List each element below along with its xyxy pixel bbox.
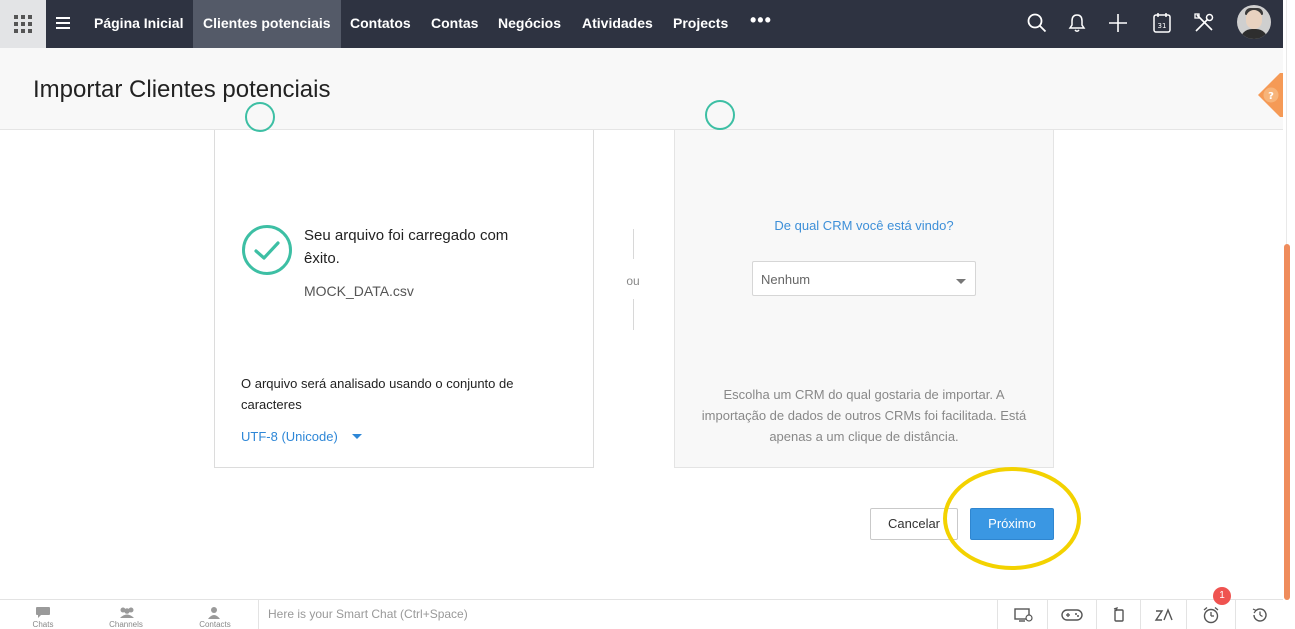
- apps-grid-button[interactable]: [0, 0, 46, 48]
- top-navigation-bar: Página Inicial Clientes potenciais Conta…: [0, 0, 1283, 48]
- calendar-icon[interactable]: 31: [1148, 9, 1176, 37]
- help-icon: ?: [1268, 91, 1274, 102]
- notification-badge: 1: [1213, 587, 1231, 605]
- contact-person-icon: [208, 607, 220, 619]
- channels-icon: [120, 607, 134, 618]
- crm-select-dropdown[interactable]: Nenhum: [752, 261, 976, 296]
- nav-tab-leads[interactable]: Clientes potenciais: [193, 0, 341, 48]
- crm-select-value: Nenhum: [761, 272, 811, 287]
- step-circle-icon: [705, 100, 735, 130]
- step-circle-icon: [245, 102, 275, 132]
- history-icon[interactable]: [1235, 600, 1283, 629]
- crm-import-card: De qual CRM você está vindo? Nenhum Esco…: [674, 100, 1054, 468]
- bottom-chats-button[interactable]: Chats: [0, 600, 86, 629]
- calendar-day-text: 31: [1158, 22, 1167, 30]
- plus-icon[interactable]: [1104, 9, 1132, 37]
- scrollbar-thumb[interactable]: [1284, 244, 1290, 600]
- apps-grid-icon: [14, 15, 32, 33]
- tools-icon[interactable]: [1190, 9, 1218, 37]
- uploaded-file-name: MOCK_DATA.csv: [304, 283, 414, 299]
- nav-tab-activities[interactable]: Atividades: [572, 0, 663, 48]
- chat-bubble-icon: [36, 607, 50, 618]
- bell-icon[interactable]: [1063, 9, 1091, 37]
- nav-tab-contacts[interactable]: Contatos: [340, 0, 421, 48]
- page-title: Importar Clientes potenciais: [33, 76, 331, 103]
- upload-card: Seu arquivo foi carregado com êxito. MOC…: [214, 102, 594, 468]
- bottom-channels-button[interactable]: Channels: [83, 600, 169, 629]
- screen-share-icon[interactable]: [997, 600, 1047, 629]
- divider-line: [633, 229, 634, 259]
- hamburger-menu-icon[interactable]: [56, 16, 70, 30]
- success-check-icon: [242, 225, 292, 275]
- chevron-down-icon: [956, 279, 966, 284]
- divider-line: [633, 299, 634, 330]
- rotate-icon[interactable]: [1096, 600, 1140, 629]
- nav-tab-deals[interactable]: Negócios: [488, 0, 571, 48]
- more-tabs-button[interactable]: •••: [750, 0, 772, 48]
- crm-question: De qual CRM você está vindo?: [774, 218, 954, 233]
- page-header: Importar Clientes potenciais: [0, 48, 1283, 130]
- chevron-down-icon: [351, 434, 362, 439]
- help-tab[interactable]: ?: [1258, 73, 1284, 117]
- next-button[interactable]: Próximo: [970, 508, 1054, 540]
- smart-chat-input[interactable]: Here is your Smart Chat (Ctrl+Space): [258, 600, 996, 629]
- gamepad-icon[interactable]: [1047, 600, 1096, 629]
- crm-help-text: Escolha um CRM do qual gostaria de impor…: [701, 387, 1027, 444]
- charset-dropdown[interactable]: UTF-8 (Unicode): [241, 429, 362, 444]
- alarm-clock-icon[interactable]: [1186, 600, 1235, 629]
- nav-tab-accounts[interactable]: Contas: [421, 0, 488, 48]
- bottom-contacts-button[interactable]: Contacts: [172, 600, 258, 629]
- page-scrollbar[interactable]: [1283, 0, 1295, 628]
- user-avatar[interactable]: [1237, 5, 1271, 39]
- zia-icon[interactable]: [1140, 600, 1186, 629]
- nav-tab-home[interactable]: Página Inicial: [84, 0, 193, 48]
- upload-success-message: Seu arquivo foi carregado com êxito.: [304, 227, 509, 267]
- search-icon[interactable]: [1023, 9, 1051, 37]
- cancel-button[interactable]: Cancelar: [870, 508, 958, 540]
- charset-description: O arquivo será analisado usando o conjun…: [241, 376, 514, 412]
- nav-tab-projects[interactable]: Projects: [663, 0, 738, 48]
- bottom-bar: Chats Channels Contacts Here is your Sma…: [0, 599, 1283, 629]
- or-separator: ou: [626, 274, 640, 288]
- charset-value: UTF-8 (Unicode): [241, 429, 338, 444]
